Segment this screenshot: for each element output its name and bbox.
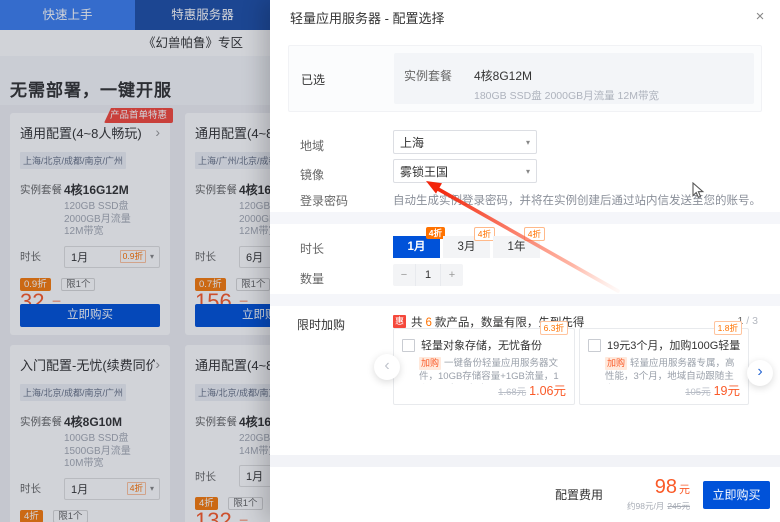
- plus-icon[interactable]: +: [441, 264, 463, 286]
- image-value: 雾锁王国: [400, 163, 526, 180]
- addon-card: 1.8折 19元3个月，加购100G轻量云硬盘 加购轻量应用服务器专属，高性能，…: [579, 328, 749, 405]
- fee-label: 配置费用: [555, 486, 603, 503]
- buy-now-button[interactable]: 立即购买: [703, 481, 770, 509]
- spec-label: 实例套餐: [404, 67, 452, 84]
- discount-badge: 6.3折: [540, 321, 568, 335]
- duration-option-label: 1月: [408, 241, 426, 253]
- config-modal: 轻量应用服务器 - 配置选择 × 已选 实例套餐 4核8G12M 180GB S…: [270, 0, 780, 522]
- caret-down-icon: ▾: [526, 138, 530, 147]
- image-label: 镜像: [300, 166, 324, 183]
- addon-tag: 加购: [419, 357, 441, 370]
- addon-checkbox[interactable]: [402, 339, 415, 352]
- addon-tag: 加购: [605, 357, 627, 370]
- modal-title: 轻量应用服务器 - 配置选择: [290, 0, 445, 38]
- addon-checkbox[interactable]: [588, 339, 601, 352]
- chevron-right-icon[interactable]: ›: [747, 360, 773, 386]
- selected-summary: 已选 实例套餐 4核8G12M 180GB SSD盘 2000GB月流量 12M…: [288, 45, 762, 112]
- discount-badge: 4折: [524, 227, 545, 241]
- addon-price: 1.68元1.06元: [498, 380, 566, 399]
- duration-option-label: 3月: [458, 241, 476, 253]
- addon-title: 19元3个月，加购100G轻量云硬盘: [607, 337, 740, 353]
- addon-price: 105元 19元: [685, 380, 740, 399]
- region-label: 地域: [300, 137, 324, 154]
- close-icon[interactable]: ×: [748, 5, 772, 29]
- fee-subline: 约98元/月245元: [627, 500, 690, 512]
- new-price: 1.06元: [529, 384, 566, 398]
- duration-option-3month[interactable]: 3月 4折: [443, 236, 490, 258]
- fee-old-price: 245元: [667, 501, 690, 511]
- addon-card: 6.3折 轻量对象存储，无忧备份 加购一键备份轻量应用服务器文件，10GB存储容…: [393, 328, 575, 405]
- fee-block: 98元 约98元/月245元: [627, 477, 690, 512]
- spec-value: 4核8G12M: [474, 67, 532, 84]
- screen: 快速上手 特惠服务器 《幻兽帕鲁》专区 无需部署，一键开服 产品首单特惠 通用配…: [0, 0, 780, 522]
- duration-label: 时长: [300, 240, 324, 257]
- modal-footer: 配置费用 98元 约98元/月245元 立即购买: [270, 467, 780, 522]
- chevron-left-icon[interactable]: ‹: [374, 354, 400, 380]
- caret-down-icon: ▾: [526, 167, 530, 176]
- duration-option-label: 1年: [508, 241, 526, 253]
- quantity-value: 1: [415, 264, 441, 286]
- promo-icon: 惠: [393, 315, 406, 328]
- addon-title: 轻量对象存储，无忧备份: [421, 337, 542, 353]
- password-desc: 自动生成实例登录密码，并将在实例创建后通过站内信发送至您的账号。: [393, 192, 773, 208]
- duration-options: 1月 4折 3月 4折 1年 4折: [393, 236, 540, 258]
- region-select[interactable]: 上海 ▾: [393, 130, 537, 154]
- discount-badge: 4折: [474, 227, 495, 241]
- quantity-stepper: − 1 +: [393, 264, 463, 286]
- new-price: 19元: [714, 384, 740, 398]
- region-value: 上海: [400, 134, 526, 151]
- fee-monthly: 约98元/月: [627, 501, 664, 511]
- minus-icon[interactable]: −: [393, 264, 415, 286]
- fee-amount: 98: [655, 476, 677, 498]
- section-divider: [270, 294, 780, 306]
- image-select[interactable]: 雾锁王国 ▾: [393, 159, 537, 183]
- selected-label: 已选: [301, 71, 325, 88]
- old-price: 105元: [685, 387, 710, 398]
- quantity-label: 数量: [300, 270, 324, 287]
- addon-label: 限时加购: [297, 316, 345, 333]
- page-total: 3: [752, 315, 758, 327]
- old-price: 1.68元: [498, 387, 526, 398]
- fee-unit: 元: [679, 484, 690, 496]
- spec-desc: 180GB SSD盘 2000GB月流量 12M带宽: [474, 88, 659, 103]
- footer-divider: [270, 455, 780, 467]
- selected-panel: 实例套餐 4核8G12M 180GB SSD盘 2000GB月流量 12M带宽: [394, 53, 754, 104]
- duration-option-1month[interactable]: 1月 4折: [393, 236, 440, 258]
- discount-badge: 1.8折: [714, 321, 742, 335]
- password-label: 登录密码: [300, 192, 348, 209]
- duration-option-1year[interactable]: 1年 4折: [493, 236, 540, 258]
- section-divider: [270, 212, 780, 224]
